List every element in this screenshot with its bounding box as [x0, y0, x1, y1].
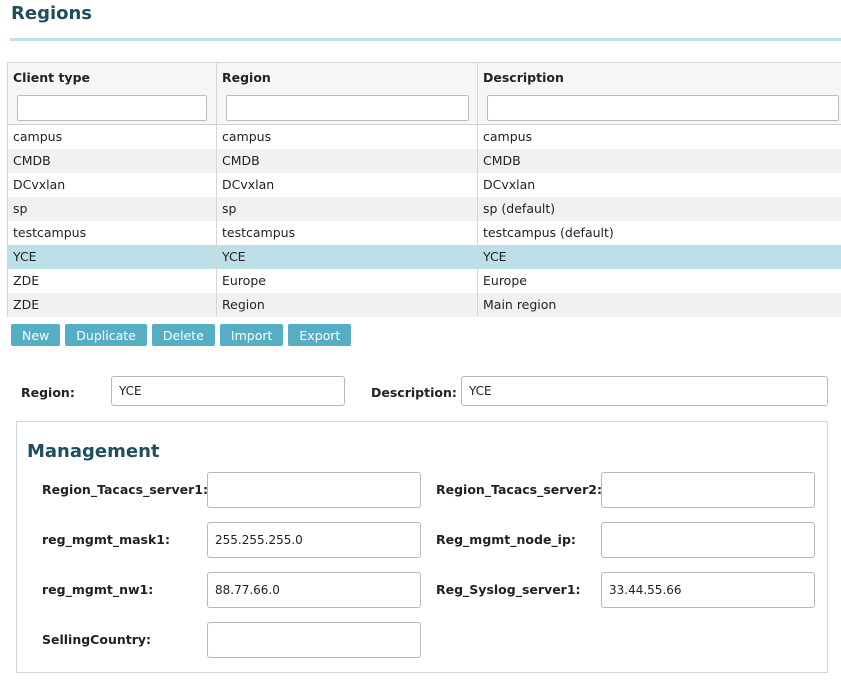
cell-description: Europe — [478, 269, 841, 293]
cell-region: testcampus — [217, 221, 478, 245]
region-label: Region: — [21, 385, 75, 400]
cell-client-type: ZDE — [8, 293, 217, 317]
tacacs-server2-label: Region_Tacacs_server2: — [436, 482, 602, 497]
mgmt-nw1-field[interactable] — [207, 572, 421, 608]
table-toolbar: New Duplicate Delete Import Export — [11, 324, 352, 346]
region-field[interactable] — [111, 376, 345, 406]
mgmt-mask1-label: reg_mgmt_mask1: — [42, 532, 170, 547]
column-label: Client type — [13, 70, 90, 85]
column-header-client-type[interactable]: Client type — [8, 63, 217, 124]
tacacs-server1-label: Region_Tacacs_server1: — [42, 482, 208, 497]
page-title: Regions — [11, 3, 93, 24]
management-panel: Management Region_Tacacs_server1: Region… — [16, 421, 828, 673]
cell-region: Region — [217, 293, 478, 317]
syslog-server1-label: Reg_Syslog_server1: — [436, 582, 581, 597]
selling-country-field[interactable] — [207, 622, 421, 658]
selling-country-label: SellingCountry: — [42, 632, 152, 647]
delete-button[interactable]: Delete — [151, 324, 215, 346]
cell-client-type: DCvxlan — [8, 173, 217, 197]
column-header-region[interactable]: Region — [217, 63, 478, 124]
cell-region: YCE — [217, 245, 478, 269]
cell-client-type: CMDB — [8, 149, 217, 173]
regions-table: Client type Region Description campus ca… — [7, 62, 841, 317]
table-row[interactable]: DCvxlan DCvxlan DCvxlan — [8, 173, 841, 197]
cell-description: sp (default) — [478, 197, 841, 221]
cell-client-type: sp — [8, 197, 217, 221]
management-title: Management — [27, 441, 160, 462]
cell-description: CMDB — [478, 149, 841, 173]
description-field[interactable] — [461, 376, 828, 406]
column-header-description[interactable]: Description — [478, 63, 841, 124]
mgmt-node-ip-field[interactable] — [601, 522, 815, 558]
export-button[interactable]: Export — [288, 324, 352, 346]
cell-client-type: testcampus — [8, 221, 217, 245]
cell-description: testcampus (default) — [478, 221, 841, 245]
column-label: Description — [483, 70, 564, 85]
filter-input-region[interactable] — [226, 95, 469, 121]
cell-description: YCE — [478, 245, 841, 269]
table-row[interactable]: ZDE Europe Europe — [8, 269, 841, 293]
table-header: Client type Region Description — [8, 63, 841, 125]
table-row[interactable]: campus campus campus — [8, 125, 841, 149]
filter-input-client-type[interactable] — [17, 95, 207, 121]
table-row[interactable]: ZDE Region Main region — [8, 293, 841, 317]
cell-description: Main region — [478, 293, 841, 317]
cell-region: CMDB — [217, 149, 478, 173]
filter-input-description[interactable] — [487, 95, 839, 121]
cell-client-type: YCE — [8, 245, 217, 269]
table-row[interactable]: CMDB CMDB CMDB — [8, 149, 841, 173]
table-row[interactable]: sp sp sp (default) — [8, 197, 841, 221]
mgmt-node-ip-label: Reg_mgmt_node_ip: — [436, 532, 576, 547]
cell-description: DCvxlan — [478, 173, 841, 197]
new-button[interactable]: New — [11, 324, 61, 346]
cell-region: DCvxlan — [217, 173, 478, 197]
cell-client-type: ZDE — [8, 269, 217, 293]
syslog-server1-field[interactable] — [601, 572, 815, 608]
mgmt-nw1-label: reg_mgmt_nw1: — [42, 582, 154, 597]
column-label: Region — [222, 70, 271, 85]
table-body: campus campus campus CMDB CMDB CMDB DCvx… — [8, 125, 841, 317]
cell-region: sp — [217, 197, 478, 221]
table-row[interactable]: testcampus testcampus testcampus (defaul… — [8, 221, 841, 245]
import-button[interactable]: Import — [219, 324, 284, 346]
cell-region: campus — [217, 125, 478, 149]
cell-region: Europe — [217, 269, 478, 293]
cell-description: campus — [478, 125, 841, 149]
tacacs-server1-field[interactable] — [207, 472, 421, 508]
mgmt-mask1-field[interactable] — [207, 522, 421, 558]
cell-client-type: campus — [8, 125, 217, 149]
description-label: Description: — [371, 385, 457, 400]
duplicate-button[interactable]: Duplicate — [65, 324, 147, 346]
title-divider — [10, 38, 841, 41]
tacacs-server2-field[interactable] — [601, 472, 815, 508]
table-row[interactable]: YCE YCE YCE — [8, 245, 841, 269]
